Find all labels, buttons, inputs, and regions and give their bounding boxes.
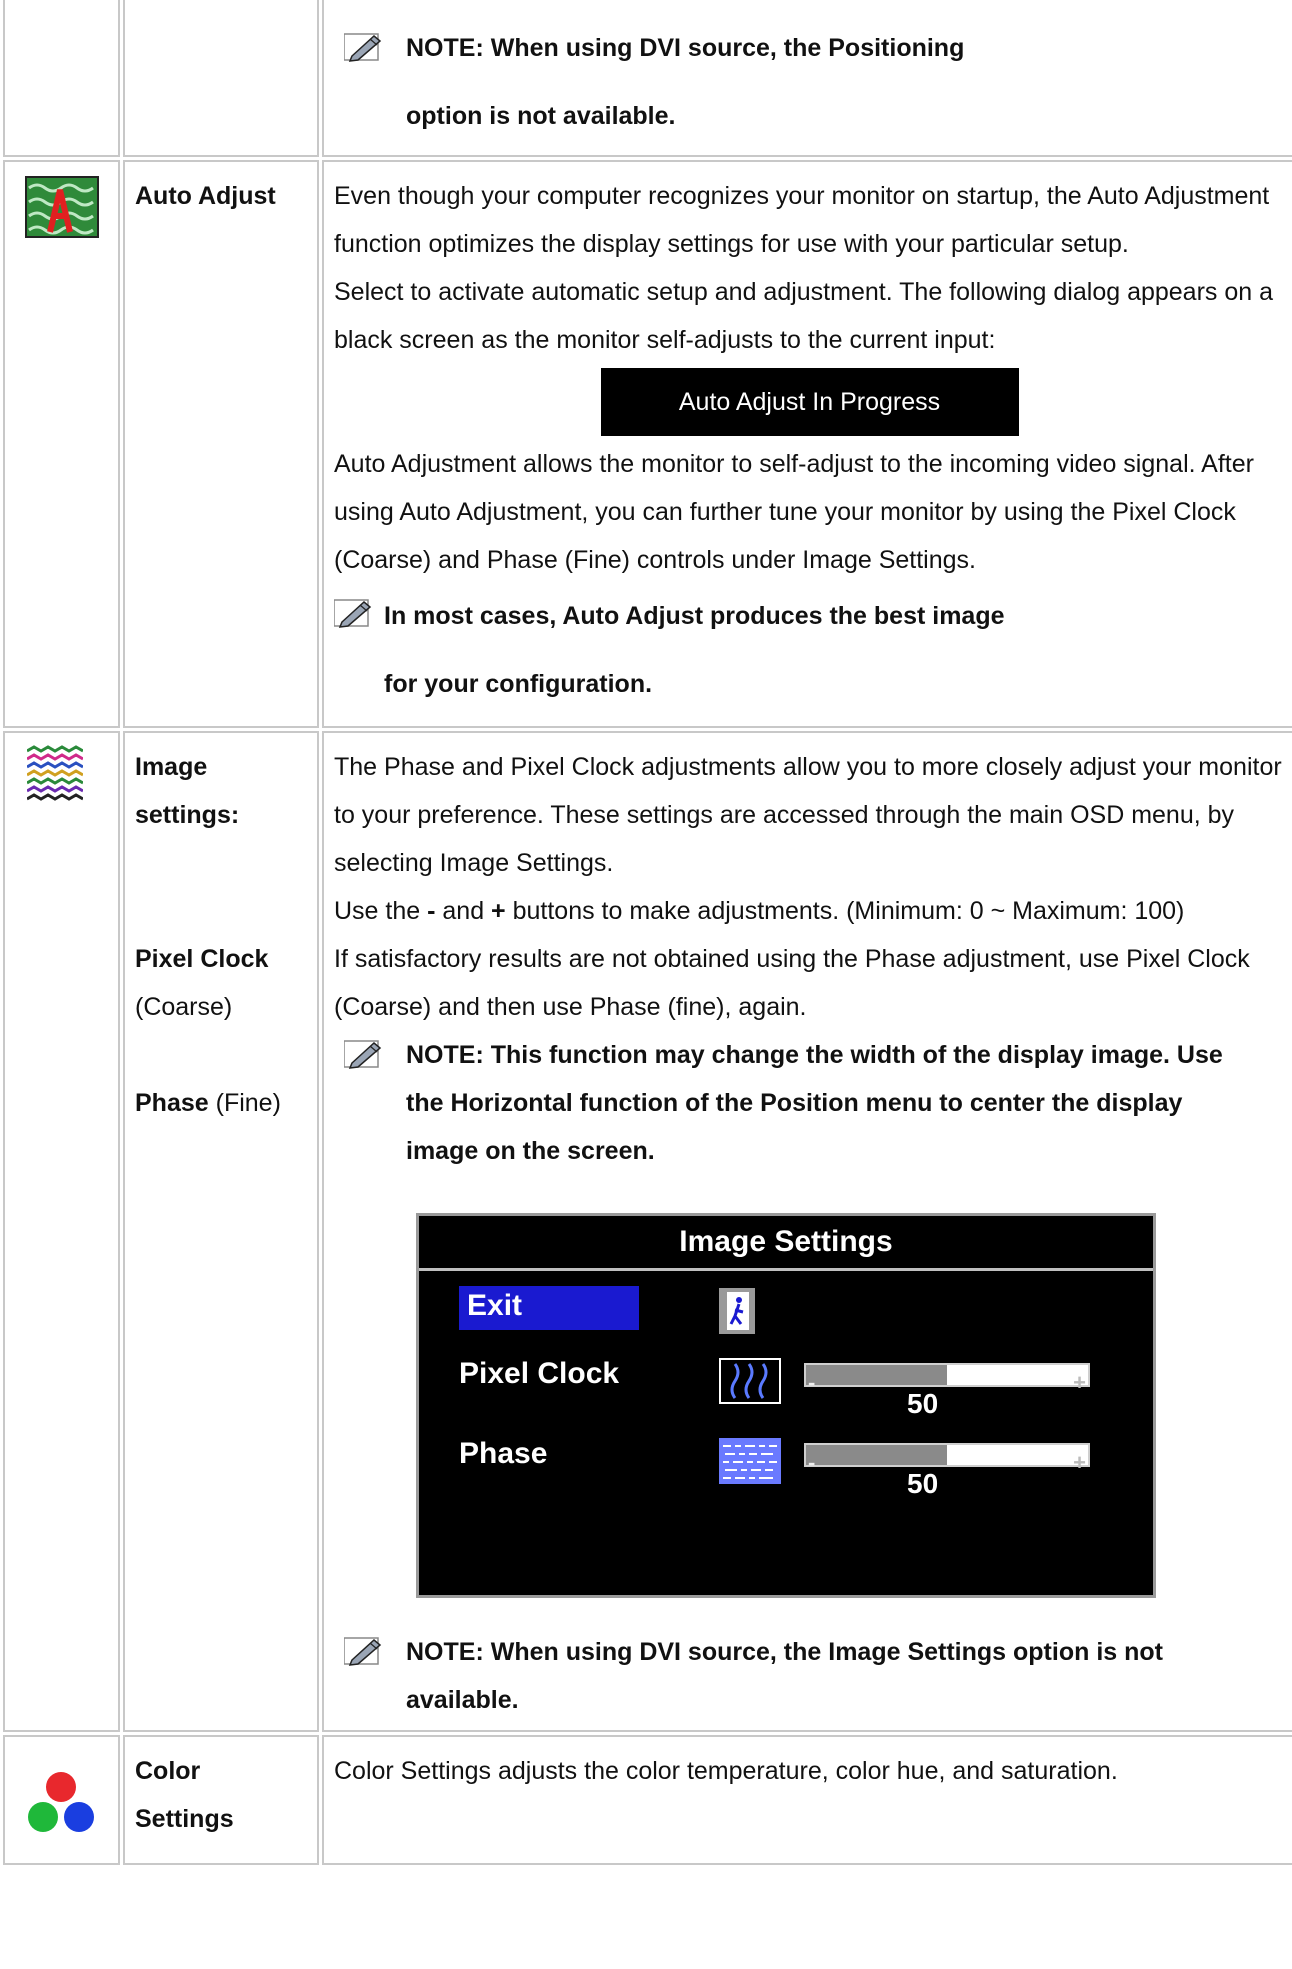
- setting-label-pixel-clock-sub: (Coarse): [135, 993, 233, 1021]
- note-image-settings-dvi: NOTE: When using DVI source, the Image S…: [334, 1628, 1224, 1730]
- osd-menu-table: NOTE: When using DVI source, the Positio…: [0, 0, 1292, 1868]
- note-pencil-icon: [334, 599, 372, 628]
- osd-phase-label: Phase: [459, 1437, 548, 1470]
- table-row-color-settings: Color Settings Color Settings adjusts th…: [3, 1735, 1292, 1865]
- slider-plus-icon: +: [1073, 1370, 1086, 1395]
- blue-dot: [64, 1802, 94, 1832]
- note-image-settings-width: NOTE: This function may change the width…: [334, 1031, 1224, 1175]
- setting-label-pixel-clock: Pixel Clock: [135, 945, 269, 973]
- label-cell: Auto Adjust: [123, 160, 319, 728]
- label-cell: Image settings: Pixel Clock (Coarse) Pha…: [123, 731, 319, 1732]
- phase-icon: [719, 1438, 781, 1484]
- note-pencil-icon: [344, 33, 382, 62]
- pixel-clock-slider: - +: [804, 1363, 1090, 1395]
- paragraph: If satisfactory results are not obtained…: [334, 945, 1250, 1021]
- slider-plus-icon: +: [1073, 1450, 1086, 1475]
- label-cell: Color Settings: [123, 1735, 319, 1865]
- table-row-image-settings: Image settings: Pixel Clock (Coarse) Pha…: [3, 731, 1292, 1732]
- icon-cell: [3, 731, 120, 1732]
- exit-door-icon: [719, 1288, 755, 1334]
- description-cell: Even though your computer recognizes you…: [322, 160, 1292, 728]
- auto-adjust-progress-dialog: Auto Adjust In Progress: [600, 368, 1019, 436]
- setting-label-image-settings: Image settings:: [135, 753, 240, 829]
- paragraph: Color Settings adjusts the color tempera…: [334, 1757, 1118, 1785]
- paragraph: The Phase and Pixel Clock adjustments al…: [334, 753, 1282, 877]
- pixel-clock-value: 50: [907, 1388, 939, 1419]
- icon-cell-empty: [3, 0, 120, 157]
- image-settings-icon: [26, 745, 84, 801]
- note-text: NOTE: When using DVI source, the Image S…: [406, 1638, 1163, 1714]
- note-positioning: NOTE: When using DVI source, the Positio…: [334, 0, 1044, 150]
- setting-label-color-settings: Color Settings: [135, 1757, 234, 1833]
- auto-adjust-icon: [25, 176, 99, 238]
- paragraph: Even though your computer recognizes you…: [334, 182, 1270, 258]
- green-dot: [28, 1802, 58, 1832]
- note-text: NOTE: This function may change the width…: [406, 1041, 1223, 1165]
- note-text: In most cases, Auto Adjust produces the …: [384, 602, 1005, 698]
- red-dot: [46, 1772, 76, 1802]
- setting-label-auto-adjust: Auto Adjust: [135, 182, 276, 210]
- paragraph: Select to activate automatic setup and a…: [334, 278, 1274, 354]
- table-row-positioning-note: NOTE: When using DVI source, the Positio…: [3, 0, 1292, 157]
- setting-label-phase: Phase (Fine): [135, 1089, 281, 1117]
- label-cell-empty: [123, 0, 319, 157]
- pixel-clock-slider-fill: [806, 1365, 947, 1385]
- description-cell: NOTE: When using DVI source, the Positio…: [322, 0, 1292, 157]
- note-text: NOTE: When using DVI source, the Positio…: [406, 34, 965, 130]
- pixel-clock-icon: [719, 1358, 781, 1404]
- note-pencil-icon: [344, 1040, 382, 1069]
- icon-cell: [3, 1735, 120, 1865]
- osd-image-settings-panel: Image Settings Exit Pixel Clock - + 50 P…: [416, 1213, 1156, 1598]
- slider-minus-icon: -: [808, 1370, 816, 1395]
- note-pencil-icon: [344, 1637, 382, 1666]
- paragraph: Use the - and + buttons to make adjustme…: [334, 897, 1185, 925]
- osd-title: Image Settings: [419, 1216, 1153, 1271]
- table-row-auto-adjust: Auto Adjust Even though your computer re…: [3, 160, 1292, 728]
- phase-slider-fill: [806, 1445, 947, 1465]
- osd-screenshot-wrap: Image Settings Exit Pixel Clock - + 50 P…: [334, 1175, 1285, 1628]
- note-auto-adjust: In most cases, Auto Adjust produces the …: [334, 584, 1034, 718]
- slider-minus-icon: -: [808, 1450, 816, 1475]
- color-settings-icon: [28, 1772, 94, 1832]
- osd-exit-item: Exit: [459, 1286, 639, 1330]
- dialog-sample-wrap: Auto Adjust In Progress: [334, 364, 1285, 440]
- osd-pixel-clock-label: Pixel Clock: [459, 1357, 620, 1390]
- description-cell: The Phase and Pixel Clock adjustments al…: [322, 731, 1292, 1732]
- phase-slider: - +: [804, 1443, 1090, 1475]
- paragraph: Auto Adjustment allows the monitor to se…: [334, 450, 1254, 574]
- description-cell: Color Settings adjusts the color tempera…: [322, 1735, 1292, 1865]
- phase-value: 50: [907, 1468, 939, 1499]
- icon-cell: [3, 160, 120, 728]
